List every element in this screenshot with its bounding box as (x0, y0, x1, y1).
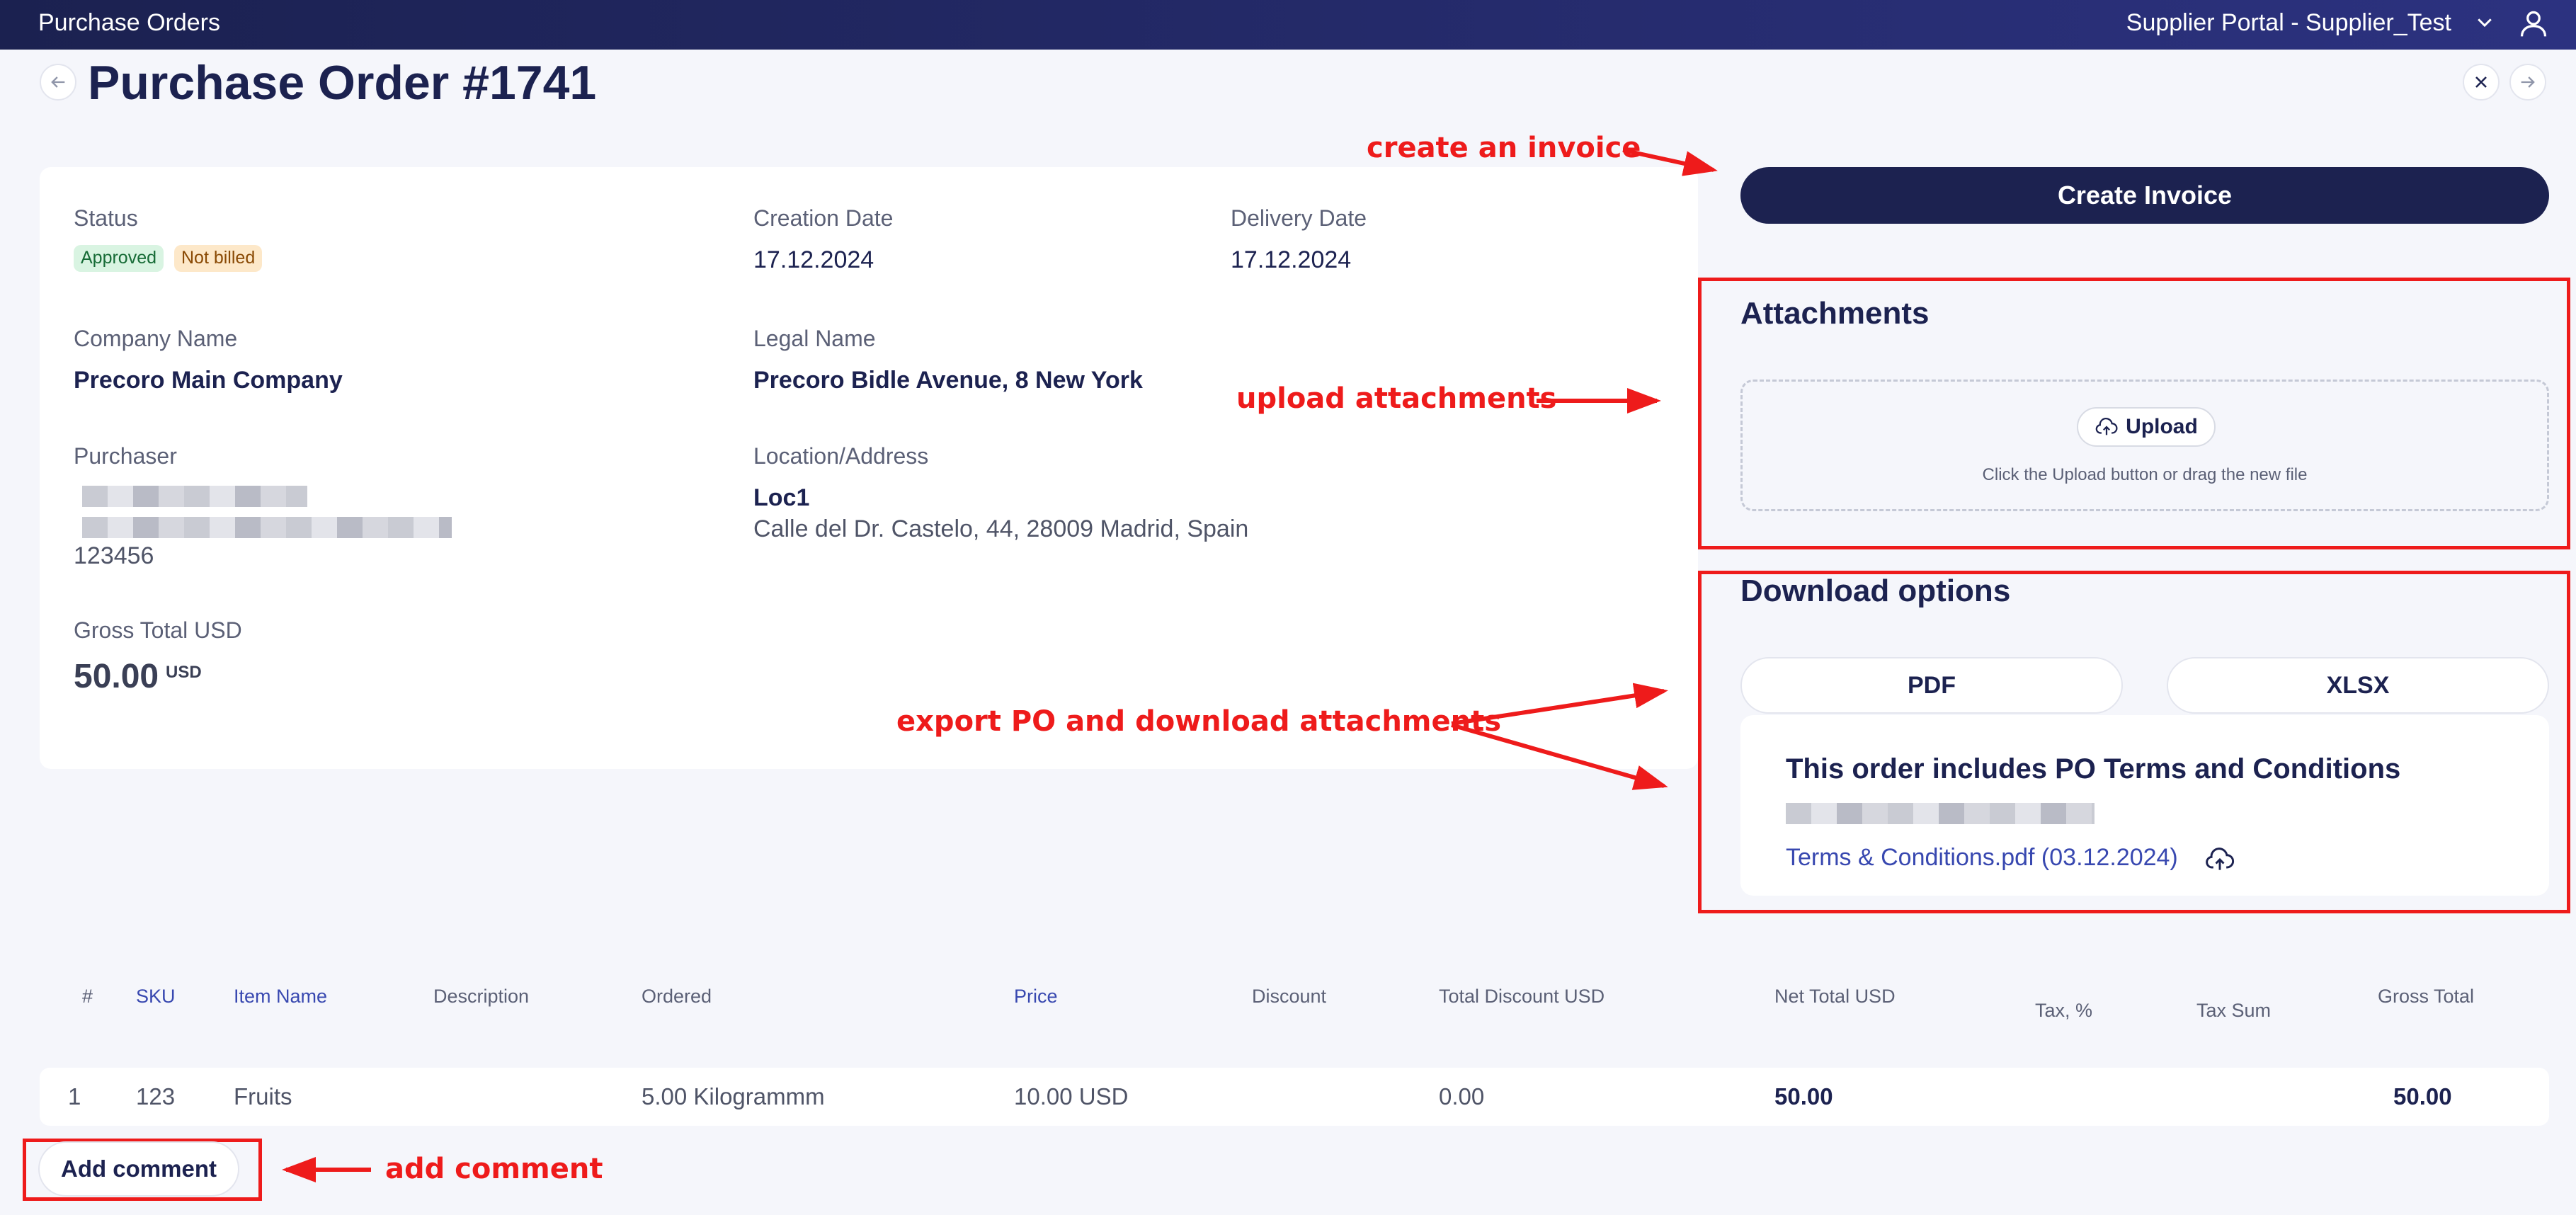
col-header-tax-sum: Tax Sum (2196, 1000, 2272, 1021)
company-name-value: Precoro Main Company (74, 367, 343, 394)
pdf-download-button[interactable]: PDF (1740, 657, 2123, 714)
cell-ordered: 5.00 Kilogrammm (642, 1083, 825, 1110)
col-header-total-discount: Total Discount USD (1439, 986, 1605, 1007)
purchaser-phone: 123456 (74, 542, 154, 569)
legal-name-value: Precoro Bidle Avenue, 8 New York (753, 367, 1143, 394)
col-header-number: # (82, 986, 93, 1007)
create-invoice-button[interactable]: Create Invoice (1740, 167, 2549, 224)
back-button[interactable] (40, 64, 76, 101)
cell-price: 10.00 USD (1014, 1083, 1129, 1110)
close-button[interactable] (2463, 64, 2500, 101)
col-header-ordered: Ordered (642, 986, 712, 1007)
annotation-create-invoice: create an invoice (1367, 132, 1641, 164)
purchaser-label: Purchaser (74, 443, 177, 469)
status-badge-approved: Approved (74, 245, 164, 272)
cell-total-discount: 0.00 (1439, 1083, 1485, 1110)
add-comment-button[interactable]: Add comment (38, 1141, 239, 1197)
location-name: Loc1 (753, 484, 810, 511)
upload-button-label: Upload (2126, 415, 2198, 438)
terms-title: This order includes PO Terms and Conditi… (1786, 753, 2401, 785)
cloud-upload-icon (2095, 417, 2118, 435)
dropzone-hint: Click the Upload button or drag the new … (1982, 465, 2308, 484)
status-label: Status (74, 205, 138, 231)
col-header-price[interactable]: Price (1014, 986, 1058, 1008)
creation-date-value: 17.12.2024 (753, 246, 874, 273)
chevron-down-icon[interactable] (2474, 11, 2495, 33)
download-options-title: Download options (1740, 574, 2011, 608)
cloud-download-icon[interactable] (2204, 844, 2236, 875)
company-name-label: Company Name (74, 326, 238, 351)
col-header-description: Description (433, 986, 530, 1007)
status-badge-not-billed: Not billed (174, 245, 263, 272)
xlsx-download-button[interactable]: XLSX (2167, 657, 2549, 714)
cell-item-name: Fruits (234, 1083, 292, 1110)
page-title: Purchase Order #1741 (88, 56, 597, 110)
legal-name-label: Legal Name (753, 326, 876, 351)
gross-total-label: Gross Total USD (74, 617, 242, 643)
table-row[interactable] (40, 1068, 2549, 1126)
gross-total-value: 50.00 (74, 658, 159, 695)
cell-net-total: 50.00 (1774, 1083, 1833, 1110)
location-label: Location/Address (753, 443, 929, 469)
delivery-date-value: 17.12.2024 (1231, 246, 1352, 273)
purchaser-email-redacted (82, 517, 452, 538)
user-icon[interactable] (2518, 7, 2549, 40)
arrow-right-icon (2521, 76, 2535, 88)
col-header-item-name[interactable]: Item Name (234, 986, 327, 1008)
terms-file-link[interactable]: Terms & Conditions.pdf (03.12.2024) (1786, 844, 2178, 872)
col-header-discount: Discount (1252, 986, 1327, 1007)
terms-note-redacted (1786, 803, 2095, 824)
delivery-date-label: Delivery Date (1231, 205, 1367, 231)
close-icon (2475, 76, 2487, 88)
annotation-comment: add comment (385, 1153, 603, 1185)
annotation-upload: upload attachments (1236, 382, 1557, 415)
cell-gross-total: 50.00 (2393, 1083, 2452, 1110)
purchaser-name-redacted (82, 486, 307, 507)
attachments-dropzone[interactable]: Upload Click the Upload button or drag t… (1740, 380, 2549, 511)
col-header-gross-total: Gross Total (2378, 986, 2475, 1007)
attachments-title: Attachments (1740, 296, 1930, 331)
cell-sku: 123 (136, 1083, 176, 1110)
gross-total-currency: USD (166, 663, 202, 682)
col-header-sku[interactable]: SKU (136, 986, 176, 1008)
next-button[interactable] (2509, 64, 2546, 101)
top-bar: Purchase Orders Supplier Portal - Suppli… (0, 0, 2576, 50)
location-address: Calle del Dr. Castelo, 44, 28009 Madrid,… (753, 515, 1249, 542)
col-header-net-total: Net Total USD (1774, 986, 1896, 1007)
col-header-tax-percent: Tax, % (2035, 1000, 2093, 1021)
annotation-export: export PO and download attachments (896, 705, 1502, 738)
app-title[interactable]: Purchase Orders (38, 9, 220, 37)
arrow-left-icon (51, 76, 65, 88)
portal-selector[interactable]: Supplier Portal - Supplier_Test (2126, 9, 2451, 37)
upload-button[interactable]: Upload (2077, 407, 2216, 447)
creation-date-label: Creation Date (753, 205, 894, 231)
cell-number: 1 (68, 1083, 81, 1110)
